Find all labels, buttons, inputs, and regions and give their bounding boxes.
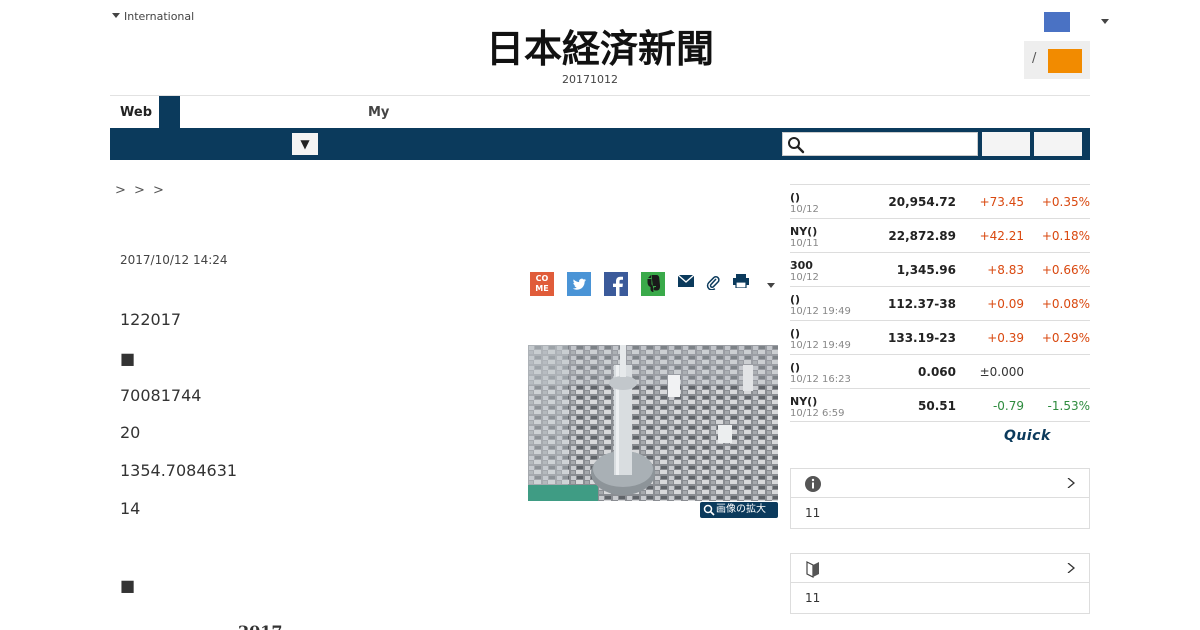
article-paragraph: ■ <box>120 576 136 595</box>
market-value: 0.060 <box>918 365 956 379</box>
market-table: () 10/12 20,954.72 +73.45 +0.35% NY() 10… <box>790 184 1090 422</box>
article-date: 2017/10/12 14:24 <box>120 253 228 267</box>
market-percent: +0.66% <box>1041 263 1090 277</box>
register-button[interactable] <box>1048 49 1082 73</box>
info-icon <box>805 476 821 492</box>
info-box-count: 11 <box>805 506 821 520</box>
evernote-icon[interactable] <box>641 272 665 296</box>
beginner-box-count: 11 <box>805 591 821 605</box>
market-value: 50.51 <box>918 399 956 413</box>
mail-icon[interactable] <box>678 274 694 288</box>
market-change: +73.45 <box>979 195 1024 209</box>
market-change: +8.83 <box>987 263 1024 277</box>
caret-down-icon[interactable] <box>1101 19 1109 24</box>
market-row[interactable]: () 10/12 16:23 0.060 ±0.000 <box>790 354 1090 388</box>
market-change: +42.21 <box>979 229 1024 243</box>
nikkei-logo[interactable]: 日本経済新聞 <box>455 28 745 68</box>
market-name: NY() <box>790 395 818 408</box>
login-box[interactable]: / <box>1024 41 1090 79</box>
market-name: () <box>790 361 801 374</box>
market-change: ±0.000 <box>979 365 1024 379</box>
international-label: International <box>124 10 195 23</box>
article-photo[interactable] <box>528 345 778 501</box>
zoom-label: 画像の拡大 <box>716 504 766 515</box>
market-percent: +0.08% <box>1041 297 1090 311</box>
article-paragraph: 1354.7084631 <box>120 461 238 480</box>
logo-text: 日本経済新聞 <box>486 28 714 68</box>
market-change: -0.79 <box>992 399 1024 413</box>
facebook-icon[interactable] <box>604 272 628 296</box>
market-name: () <box>790 293 801 306</box>
market-row[interactable]: NY() 10/12 6:59 50.51 -0.79 -1.53% <box>790 388 1090 422</box>
market-name: () <box>790 327 801 340</box>
navbar: ▼ <box>110 128 1090 160</box>
market-percent: -1.53% <box>1047 399 1090 413</box>
market-value: 1,345.96 <box>896 263 956 277</box>
market-date: 10/12 6:59 <box>790 408 845 419</box>
share-more-icon[interactable] <box>767 283 775 288</box>
breadcrumb[interactable]: > > > <box>115 183 166 198</box>
article-paragraph: 122017 <box>120 310 182 329</box>
account-avatar[interactable] <box>1044 12 1070 32</box>
info-box-header[interactable] <box>791 469 1089 498</box>
article-paragraph: 14 <box>120 499 141 518</box>
market-value: 20,954.72 <box>888 195 956 209</box>
market-change: +0.39 <box>987 331 1024 345</box>
market-row[interactable]: () 10/12 19:49 112.37-38 +0.09 +0.08% <box>790 286 1090 320</box>
zoom-icon <box>703 504 715 516</box>
twitter-icon[interactable] <box>567 272 591 296</box>
market-percent: +0.29% <box>1041 331 1090 345</box>
search-input[interactable] <box>809 135 973 153</box>
come-icon[interactable]: CO ME <box>530 272 554 296</box>
edition-date: 20171012 <box>562 73 618 86</box>
beginner-icon <box>806 561 819 578</box>
market-date: 10/12 19:49 <box>790 340 851 351</box>
market-date: 10/12 16:23 <box>790 374 851 385</box>
search-box <box>782 132 978 156</box>
market-percent: +0.35% <box>1041 195 1090 209</box>
market-name: 300 <box>790 259 813 272</box>
info-box[interactable]: 11 <box>790 468 1090 529</box>
market-date: 10/12 <box>790 204 819 215</box>
search-button[interactable] <box>982 132 1030 156</box>
market-row[interactable]: () 10/12 20,954.72 +73.45 +0.35% <box>790 184 1090 218</box>
market-row[interactable]: NY() 10/11 22,872.89 +42.21 +0.18% <box>790 218 1090 252</box>
tab-web[interactable]: Web <box>120 105 152 120</box>
market-date: 10/12 <box>790 272 819 283</box>
login-separator: / <box>1032 51 1037 66</box>
tab-my[interactable]: My <box>368 105 389 120</box>
market-value: 112.37-38 <box>888 297 956 311</box>
article-paragraph: ■ <box>120 349 136 368</box>
search-icon[interactable] <box>787 136 805 154</box>
market-name: NY() <box>790 225 818 238</box>
market-row[interactable]: 300 10/12 1,345.96 +8.83 +0.66% <box>790 252 1090 286</box>
tab-bar: Web My <box>110 96 1090 128</box>
image-zoom-button[interactable]: 画像の拡大 <box>700 502 778 518</box>
market-percent: +0.18% <box>1041 229 1090 243</box>
nav-dropdown-button[interactable]: ▼ <box>292 133 318 155</box>
market-change: +0.09 <box>987 297 1024 311</box>
beginner-box-header[interactable] <box>791 554 1089 583</box>
article-paragraph: 70081744 <box>120 386 202 405</box>
nav-secondary-button[interactable] <box>1034 132 1082 156</box>
market-date: 10/11 <box>790 238 819 249</box>
beginner-box[interactable]: 11 <box>790 553 1090 614</box>
market-row[interactable]: () 10/12 19:49 133.19-23 +0.39 +0.29% <box>790 320 1090 354</box>
caret-down-icon <box>112 13 120 18</box>
market-date: 10/12 19:49 <box>790 306 851 317</box>
market-value: 133.19-23 <box>888 331 956 345</box>
chevron-right-icon <box>1067 563 1075 573</box>
tab-active[interactable] <box>159 96 180 128</box>
international-link[interactable]: International <box>112 10 194 23</box>
clip-icon[interactable] <box>706 274 720 290</box>
article-paragraph: 2017 <box>238 622 283 630</box>
quick-logo[interactable]: Quick <box>1004 428 1051 444</box>
chevron-right-icon <box>1067 478 1075 488</box>
article-paragraph: 20 <box>120 423 141 442</box>
print-icon[interactable] <box>733 274 749 288</box>
market-value: 22,872.89 <box>888 229 956 243</box>
market-name: () <box>790 191 801 204</box>
